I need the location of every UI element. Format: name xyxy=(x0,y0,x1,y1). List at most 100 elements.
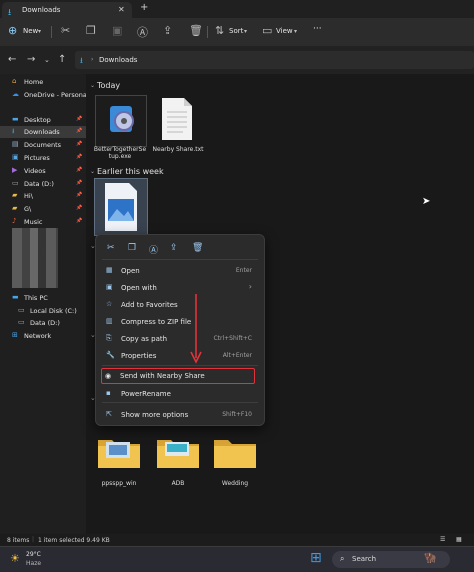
share-icon[interactable]: ⇪ xyxy=(163,24,172,37)
share-icon[interactable]: ⇪ xyxy=(170,243,178,253)
paste-icon[interactable]: ▣ xyxy=(112,24,122,37)
sidebar-item-data-drive[interactable]: ▭ Data (D:) xyxy=(0,317,86,329)
text-file-icon xyxy=(162,98,192,140)
folder-tile[interactable] xyxy=(212,434,258,470)
folder-tile[interactable] xyxy=(96,434,142,470)
sidebar-item-network[interactable]: ⊞ Network xyxy=(0,330,86,342)
new-button[interactable]: New xyxy=(23,27,38,35)
sidebar-item-thispc[interactable]: ▬ This PC xyxy=(0,292,86,304)
menu-item-compress-zip[interactable]: ▥ Compress to ZIP file xyxy=(100,314,260,329)
up-icon[interactable]: ↑ xyxy=(58,54,66,65)
menu-item-show-more[interactable]: ⇱ Show more options Shift+F10 xyxy=(100,407,260,422)
close-tab-icon[interactable]: ✕ xyxy=(118,5,125,14)
sidebar-item-local-disk[interactable]: ▭ Local Disk (C:) xyxy=(0,305,86,317)
divider xyxy=(102,402,258,403)
more-options-button[interactable]: ··· xyxy=(313,24,322,34)
sidebar-item-onedrive[interactable]: ☁ OneDrive - Personal xyxy=(0,89,89,101)
back-icon[interactable]: ← xyxy=(8,54,16,65)
sort-button[interactable]: Sort xyxy=(229,27,243,35)
pin-icon: 📌 xyxy=(76,141,83,147)
file-tile[interactable] xyxy=(158,96,196,142)
menu-item-add-favorites[interactable]: ☆ Add to Favorites xyxy=(100,297,260,312)
menu-item-open-with[interactable]: ▣ Open with › xyxy=(100,280,260,295)
cut-icon[interactable]: ✂ xyxy=(107,243,115,253)
pin-icon: 📌 xyxy=(76,218,83,224)
copy-icon[interactable]: ❐ xyxy=(86,24,96,37)
sidebar-item-music[interactable]: ♪ Music 📌 xyxy=(0,216,86,228)
sidebar-item-videos[interactable]: ▶ Videos 📌 xyxy=(0,165,86,177)
group-header-earlier[interactable]: Earlier this week xyxy=(97,167,164,176)
search-icon: ⌕ xyxy=(340,554,345,563)
address-bar[interactable]: ⭳ › Downloads xyxy=(75,51,474,69)
search-placeholder: Search xyxy=(352,555,377,563)
sidebar-item-documents[interactable]: ▤ Documents 📌 xyxy=(0,139,86,151)
sort-icon[interactable]: ⇅ xyxy=(215,24,224,37)
tab-downloads[interactable]: ⭳ Downloads ✕ xyxy=(2,2,132,18)
rename-icon[interactable]: Ⓐ xyxy=(149,243,158,256)
pin-icon: 📌 xyxy=(76,192,83,198)
folder-tile[interactable] xyxy=(155,434,201,470)
search-highlight-icon: 🦬 xyxy=(424,553,437,564)
windows-start-icon[interactable]: ⊞ xyxy=(310,550,322,566)
collapse-chevron-icon[interactable]: ⌄ xyxy=(90,168,95,175)
sidebar-item-hi[interactable]: ▰ Hi\ 📌 xyxy=(0,190,86,202)
video-icon: ▶ xyxy=(12,166,18,174)
sidebar-item-g[interactable]: ▰ G\ 📌 xyxy=(0,203,86,215)
menu-item-label: Copy as path xyxy=(121,335,168,343)
computer-icon: ▬ xyxy=(12,293,19,301)
sidebar-item-desktop[interactable]: ▬ Desktop 📌 xyxy=(0,114,86,126)
menu-item-copy-path[interactable]: ⎘ Copy as path Ctrl+Shift+C xyxy=(100,331,260,346)
chevron-down-icon: ▾ xyxy=(38,28,42,35)
search-box[interactable]: ⌕ Search 🦬 xyxy=(332,551,450,568)
sidebar-item-label: Local Disk (C:) xyxy=(30,307,77,315)
sidebar-item-data-d[interactable]: ▭ Data (D:) 📌 xyxy=(0,178,86,190)
address-row: ← → ⌄ ↑ ⭳ › Downloads xyxy=(0,46,474,75)
menu-item-shortcut: Ctrl+Shift+C xyxy=(213,335,252,342)
new-tab-button[interactable]: + xyxy=(140,2,148,13)
home-icon: ⌂ xyxy=(12,77,17,85)
file-tile[interactable] xyxy=(95,95,147,147)
delete-icon[interactable]: 🗑 xyxy=(189,24,203,37)
chevron-right-icon: › xyxy=(248,282,252,291)
rename-icon[interactable]: Ⓐ xyxy=(137,24,148,40)
menu-item-powerrename[interactable]: ▪ PowerRename xyxy=(100,386,260,401)
menu-item-label: Send with Nearby Share xyxy=(120,372,205,380)
tiles-view-icon[interactable]: ▦ xyxy=(456,536,462,543)
view-button[interactable]: View xyxy=(276,27,293,35)
star-icon: ☆ xyxy=(106,300,113,308)
music-icon: ♪ xyxy=(12,217,17,225)
temperature: 29°C xyxy=(26,551,41,558)
open-icon: ▦ xyxy=(106,266,113,274)
chevron-down-icon[interactable]: ⌄ xyxy=(44,56,50,64)
open-with-icon: ▣ xyxy=(106,283,113,291)
folder-icon xyxy=(157,440,199,468)
sidebar-item-pictures[interactable]: ▣ Pictures 📌 xyxy=(0,152,86,164)
command-bar: ⊕ New ▾ ✂ ❐ ▣ Ⓐ ⇪ 🗑 ⇅ Sort ▾ ▭ View ▾ ··… xyxy=(0,18,474,46)
forward-icon[interactable]: → xyxy=(27,54,35,65)
breadcrumb-chevron-icon: › xyxy=(91,56,94,63)
weather-icon[interactable]: ☀ xyxy=(10,552,20,565)
sidebar-item-label: Documents xyxy=(24,141,62,149)
menu-item-properties[interactable]: 🔧 Properties Alt+Enter xyxy=(100,348,260,363)
delete-icon[interactable]: 🗑 xyxy=(192,243,203,253)
taskbar: ☀ 29°C Haze ⊞ ⌕ Search 🦬 xyxy=(0,546,474,572)
collapse-chevron-icon[interactable]: ⌄ xyxy=(90,82,95,89)
copy-icon[interactable]: ❐ xyxy=(128,243,136,253)
menu-item-open[interactable]: ▦ Open Enter xyxy=(100,263,260,278)
sidebar-item-home[interactable]: ⌂ Home xyxy=(0,76,86,88)
details-view-icon[interactable]: ☰ xyxy=(440,536,445,543)
sidebar-item-downloads[interactable]: ⭳ Downloads 📌 xyxy=(0,126,86,138)
selection-info: 1 item selected 9.49 KB xyxy=(38,537,110,544)
menu-item-label: Properties xyxy=(121,352,157,360)
view-icon[interactable]: ▭ xyxy=(262,24,272,37)
cut-icon[interactable]: ✂ xyxy=(61,24,70,37)
group-header-today[interactable]: Today xyxy=(97,81,120,90)
new-plus-icon[interactable]: ⊕ xyxy=(8,24,17,37)
properties-icon: 🔧 xyxy=(106,351,115,359)
selected-file-tile[interactable] xyxy=(94,178,148,236)
breadcrumb[interactable]: Downloads xyxy=(99,56,137,64)
menu-item-nearby-share[interactable]: ◉ Send with Nearby Share xyxy=(101,368,255,384)
blurred-items xyxy=(12,228,58,288)
sidebar-item-label: Network xyxy=(24,332,52,340)
title-bar: ⭳ Downloads ✕ + xyxy=(0,0,474,18)
